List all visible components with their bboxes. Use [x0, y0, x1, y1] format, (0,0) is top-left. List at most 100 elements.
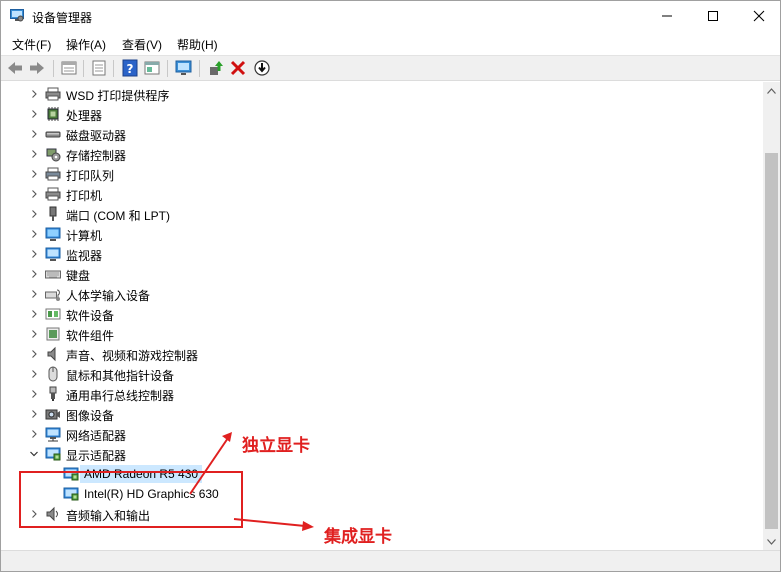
tree-item-label: 磁盘驱动器 [66, 129, 127, 143]
back-arrow-icon [8, 62, 22, 74]
toolbar: ? [1, 55, 780, 81]
tree-item-label: 通用串行总线控制器 [66, 389, 175, 403]
tree-category-item[interactable]: 通用串行总线控制器 [1, 384, 761, 404]
chevron-right-icon[interactable] [29, 189, 39, 199]
chevron-down-icon[interactable] [29, 449, 39, 459]
tree-item-label: 监视器 [66, 249, 103, 263]
software-device-icon [45, 308, 61, 320]
tree-item-label: 存储控制器 [66, 149, 127, 163]
forward-arrow-icon [30, 62, 44, 74]
update-driver-button[interactable] [207, 59, 225, 77]
back-button[interactable] [6, 59, 24, 77]
toolbar-separator [167, 60, 168, 77]
chevron-right-icon[interactable] [29, 109, 39, 119]
tree-category-item[interactable]: WSD 打印提供程序 [1, 84, 761, 104]
close-button[interactable] [736, 1, 781, 31]
chevron-right-icon[interactable] [29, 129, 39, 139]
menu-file[interactable]: 文件(F) [12, 36, 51, 53]
chevron-right-icon[interactable] [29, 349, 39, 359]
chevron-right-icon[interactable] [29, 409, 39, 419]
maximize-button[interactable] [690, 1, 736, 31]
tree-item-label: 显示适配器 [66, 449, 127, 463]
tree-item-label: 处理器 [66, 109, 103, 123]
mouse-icon [48, 366, 58, 382]
show-hide-pane-button[interactable] [143, 59, 161, 77]
properties-icon [61, 61, 77, 75]
tree-item-label: 打印机 [66, 189, 103, 203]
camera-icon [45, 409, 60, 420]
vertical-scrollbar[interactable] [763, 82, 780, 550]
device-manager-icon [10, 9, 24, 22]
tree-category-item[interactable]: 软件设备 [1, 304, 761, 324]
maximize-icon [708, 11, 718, 21]
chevron-right-icon[interactable] [29, 169, 39, 179]
uninstall-x-icon [230, 60, 246, 76]
chevron-right-icon[interactable] [29, 229, 39, 239]
storage-controller-icon [46, 148, 61, 162]
chevron-right-icon[interactable] [29, 309, 39, 319]
menu-action[interactable]: 操作(A) [66, 36, 106, 53]
status-bar [1, 550, 780, 571]
software-component-icon [46, 327, 60, 341]
tree-category-item[interactable]: 磁盘驱动器 [1, 124, 761, 144]
tree-category-item[interactable]: 存储控制器 [1, 144, 761, 164]
tree-category-item[interactable]: 监视器 [1, 244, 761, 264]
port-icon [49, 206, 57, 221]
tree-category-item[interactable]: 声音、视频和游戏控制器 [1, 344, 761, 364]
download-driver-icon [254, 60, 270, 76]
properties-button[interactable] [60, 59, 78, 77]
menu-view[interactable]: 查看(V) [122, 36, 162, 53]
chevron-right-icon[interactable] [29, 289, 39, 299]
processor-icon [47, 107, 59, 121]
minimize-button[interactable] [644, 1, 690, 31]
tree-category-item[interactable]: 处理器 [1, 104, 761, 124]
tree-category-item[interactable]: 软件组件 [1, 324, 761, 344]
tree-category-item[interactable]: 键盘 [1, 264, 761, 284]
annotation-highlight-box [19, 471, 243, 528]
tree-category-item[interactable]: 计算机 [1, 224, 761, 244]
tree-item-label: 声音、视频和游戏控制器 [66, 349, 199, 363]
chevron-right-icon[interactable] [29, 329, 39, 339]
tree-category-item[interactable]: 显示适配器 [1, 444, 761, 464]
chevron-right-icon[interactable] [29, 389, 39, 399]
chevron-right-icon[interactable] [29, 149, 39, 159]
tree-category-item[interactable]: 图像设备 [1, 404, 761, 424]
title-bar[interactable]: 设备管理器 [1, 1, 780, 32]
tree-category-item[interactable]: 端口 (COM 和 LPT) [1, 204, 761, 224]
tree-category-item[interactable]: 打印机 [1, 184, 761, 204]
tree-category-item[interactable]: 鼠标和其他指针设备 [1, 364, 761, 384]
tree-item-label: 打印队列 [66, 169, 115, 183]
chevron-right-icon[interactable] [29, 89, 39, 99]
disk-drive-icon [45, 131, 61, 138]
scroll-up-button[interactable] [763, 82, 780, 99]
update-driver-icon [210, 61, 223, 75]
scrollbar-thumb[interactable] [765, 153, 778, 529]
display-adapter-icon [45, 447, 61, 461]
console-tree-button[interactable] [90, 59, 108, 77]
chevron-right-icon[interactable] [29, 209, 39, 219]
scroll-down-button[interactable] [763, 533, 780, 550]
chevron-right-icon[interactable] [29, 369, 39, 379]
console-tree-icon [92, 60, 106, 76]
toolbar-separator [199, 60, 200, 77]
uninstall-button[interactable] [229, 59, 247, 77]
tree-category-item[interactable]: 人体学输入设备 [1, 284, 761, 304]
chevron-right-icon[interactable] [29, 429, 39, 439]
install-driver-button[interactable] [253, 59, 271, 77]
forward-button[interactable] [28, 59, 46, 77]
help-button[interactable]: ? [121, 59, 139, 77]
tree-item-label: WSD 打印提供程序 [66, 89, 170, 103]
hid-icon [45, 289, 60, 301]
chevron-right-icon[interactable] [29, 269, 39, 279]
scan-hardware-button[interactable] [175, 59, 193, 77]
tree-item-label: 图像设备 [66, 409, 115, 423]
tree-category-item[interactable]: 网络适配器 [1, 424, 761, 444]
annotation-discrete-gpu: 独立显卡 [242, 436, 310, 455]
print-queue-icon [45, 167, 61, 181]
menu-bar: 文件(F) 操作(A) 查看(V) 帮助(H) [1, 32, 780, 54]
toolbar-separator [53, 60, 54, 77]
chevron-right-icon[interactable] [29, 249, 39, 259]
network-adapter-icon [45, 427, 61, 442]
tree-category-item[interactable]: 打印队列 [1, 164, 761, 184]
menu-help[interactable]: 帮助(H) [177, 36, 218, 53]
